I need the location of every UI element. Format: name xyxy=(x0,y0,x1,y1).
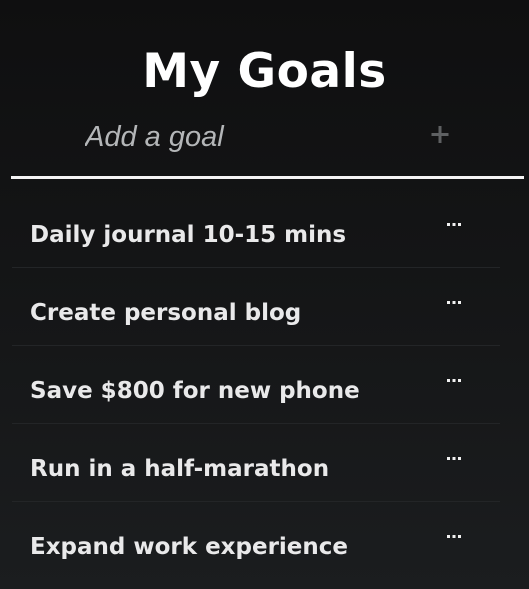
goal-item: Daily journal 10-15 mins xyxy=(12,190,500,268)
goal-list: Daily journal 10-15 mins Create personal… xyxy=(12,190,500,580)
input-underline xyxy=(11,176,524,179)
goal-menu-button[interactable] xyxy=(440,370,468,390)
goal-label: Create personal blog xyxy=(30,300,302,326)
more-horizontal-icon xyxy=(447,379,461,382)
plus-icon xyxy=(431,126,449,143)
more-horizontal-icon xyxy=(447,301,461,304)
more-horizontal-icon xyxy=(447,223,461,226)
goal-item: Run in a half-marathon xyxy=(12,424,500,502)
add-goal-row xyxy=(11,110,524,179)
goal-item: Save $800 for new phone xyxy=(12,346,500,424)
goal-menu-button[interactable] xyxy=(440,214,468,234)
goal-item: Expand work experience xyxy=(12,502,500,580)
goal-label: Save $800 for new phone xyxy=(30,378,360,404)
page-title: My Goals xyxy=(142,44,387,100)
add-goal-input[interactable] xyxy=(11,110,481,164)
goal-label: Expand work experience xyxy=(30,534,349,560)
goal-item: Create personal blog xyxy=(12,268,500,346)
goal-label: Daily journal 10-15 mins xyxy=(30,222,347,248)
goal-label: Run in a half-marathon xyxy=(30,456,330,482)
more-horizontal-icon xyxy=(447,457,461,460)
more-horizontal-icon xyxy=(447,535,461,538)
goal-menu-button[interactable] xyxy=(440,448,468,468)
goal-menu-button[interactable] xyxy=(440,526,468,546)
goal-menu-button[interactable] xyxy=(440,292,468,312)
add-goal-button[interactable] xyxy=(421,116,459,154)
